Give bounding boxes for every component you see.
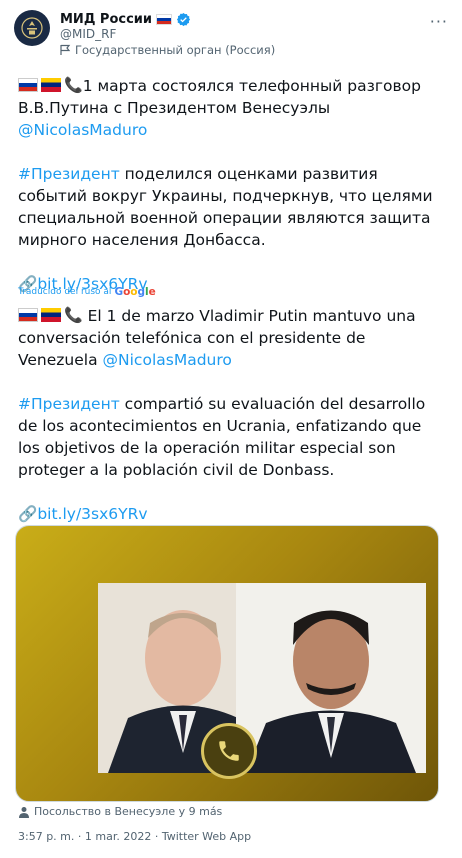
government-label: Государственный орган (Россия) [60, 43, 275, 57]
tweet-text-original: 📞 1 марта состоялся телефонный разговор … [18, 74, 438, 295]
mention-link[interactable]: @NicolasMaduro [103, 351, 232, 369]
tweet-timestamp[interactable]: 3:57 p. m. · 1 mar. 2022 · Twitter Web A… [18, 830, 251, 843]
display-name[interactable]: МИД России [60, 12, 152, 27]
link-icon: 🔗 [18, 505, 38, 523]
avatar[interactable] [14, 10, 50, 46]
verified-badge-icon [176, 12, 191, 26]
flag-russia-icon [156, 13, 173, 25]
tweet-header: МИД России @MID_RF Государственный орган… [14, 10, 448, 60]
translation-notice: Traducido del ruso al Google [18, 286, 156, 298]
government-label-icon [60, 44, 71, 55]
emoji-row: 📞 [18, 304, 83, 326]
es-paragraph-3: 🔗bit.ly/3sx6YRv [18, 503, 438, 525]
handle[interactable]: @MID_RF [60, 27, 116, 41]
hashtag-link[interactable]: #Президент [18, 165, 120, 183]
es-paragraph-1: 📞 El 1 de marzo Vladimir Putin mantuvo u… [18, 304, 438, 371]
translation-label: Traducido del ruso al [18, 287, 112, 297]
person-tag-icon [19, 806, 29, 818]
es-paragraph-2: #Президент compartió su evaluación del d… [18, 393, 438, 481]
media-tags-text: Посольство в Венесуэле у 9 más [34, 805, 223, 818]
short-link[interactable]: bit.ly/3sx6YRv [37, 505, 147, 523]
google-logo: Google [114, 286, 156, 298]
ru-paragraph-1: 📞 1 марта состоялся телефонный разговор … [18, 74, 438, 141]
flag-venezuela-icon [41, 308, 61, 322]
flag-russia-icon [18, 78, 38, 92]
telephone-icon: 📞 [64, 76, 83, 94]
hashtag-link[interactable]: #Президент [18, 395, 120, 413]
maduro-portrait-photo [236, 583, 426, 773]
telephone-icon: 📞 [64, 306, 83, 324]
phone-handset-icon [219, 741, 239, 761]
telephone-icon [201, 723, 257, 779]
government-label-text: Государственный орган (Россия) [75, 43, 276, 57]
media-tags[interactable]: Посольство в Венесуэле у 9 más [18, 805, 222, 818]
ru-paragraph-2: #Президент поделился оценками развития с… [18, 163, 438, 251]
flag-venezuela-icon [41, 78, 61, 92]
more-icon[interactable]: ··· [430, 12, 448, 31]
ministry-emblem-icon [21, 17, 43, 39]
mention-link[interactable]: @NicolasMaduro [18, 121, 147, 139]
emoji-row: 📞 [18, 74, 83, 96]
tweet-media-image[interactable] [15, 525, 439, 802]
name-row: МИД России [60, 10, 191, 28]
tweet-text-translated: 📞 El 1 de marzo Vladimir Putin mantuvo u… [18, 304, 438, 525]
flag-russia-icon [18, 308, 38, 322]
